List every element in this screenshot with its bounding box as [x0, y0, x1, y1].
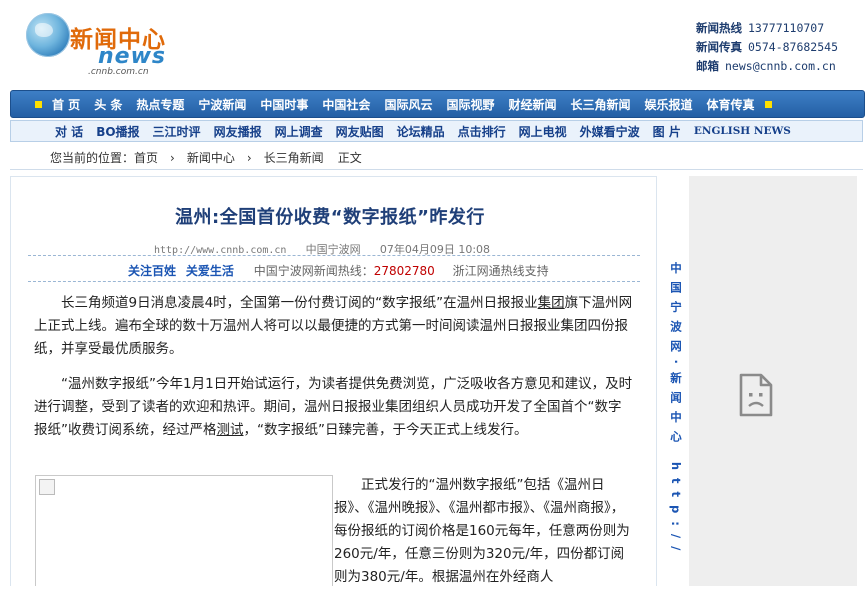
support-text: 浙江网通热线支持 [452, 264, 549, 278]
nav-item-finance[interactable]: 财经新闻 [508, 96, 556, 113]
logo-news-wordmark[interactable]: news [98, 44, 166, 69]
fax: 新闻传真 0574-87682545 [696, 39, 838, 55]
paragraph-text: ，“数字报纸”日臻完善，于今天正式上线发行。 [243, 422, 528, 438]
nav-item-china-society[interactable]: 中国社会 [322, 96, 370, 113]
sub-nav-online-survey[interactable]: 网上调查 [275, 123, 323, 140]
fax-label: 新闻传真 [696, 40, 742, 54]
nav-bullet-icon [35, 100, 42, 108]
article-paragraph-3: 正式发行的“温州数字报纸”包括《温州日报》、《温州晚报》、《温州都市报》、《温州… [334, 474, 634, 589]
sub-nav-pictures[interactable]: 图 片 [653, 123, 681, 140]
sidebar-vertical-title: 中国宁波网·新闻中心 http:// [669, 262, 683, 559]
hotline-text: 中国宁波网新闻热线： [253, 264, 374, 278]
nav-item-international[interactable]: 国际风云 [384, 96, 432, 113]
sub-nav-foreign-media[interactable]: 外媒看宁波 [580, 123, 640, 140]
breadcrumb-separator-icon: › [246, 150, 252, 165]
paragraph-text: 长三角频道9日消息凌晨4时，全国第一份付费订阅的“数字报纸”在温州日报报业 [61, 295, 538, 311]
article-title: 温州:全国首份收费“数字报纸”昨发行 [175, 207, 485, 228]
hotline-value: 13777110707 [748, 21, 825, 35]
email-value[interactable]: news@cnnb.com.cn [725, 59, 836, 73]
article-sub-links: 关注百姓 关爱生活 中国宁波网新闻热线：27802780 浙江网通热线支持 [128, 262, 549, 279]
hotline-label: 新闻热线 [696, 21, 742, 35]
sub-nav-netizen-broadcast[interactable]: 网友播报 [214, 123, 262, 140]
keyword-link-price[interactable]: 价格 [429, 523, 456, 539]
sub-nav-bo-broadcast[interactable]: BO播报 [96, 123, 139, 140]
breadcrumb-news-center[interactable]: 新闻中心 [187, 149, 235, 166]
breadcrumb-current: 正文 [337, 151, 362, 165]
nav-item-headlines[interactable]: 头 条 [94, 96, 122, 113]
breadcrumb-prefix: 您当前的位置： [50, 151, 135, 165]
nav-bullet-icon [764, 100, 772, 108]
sub-nav-dialogue[interactable]: 对 话 [55, 123, 83, 140]
hotline: 新闻热线 13777110707 [696, 20, 824, 36]
nav-item-ningbo-news[interactable]: 宁波新闻 [198, 96, 246, 113]
breadcrumb: 您当前的位置： 首页 › 新闻中心 › 长三角新闻 正文 [10, 146, 863, 170]
sub-nav-netizen-photos[interactable]: 网友贴图 [336, 123, 384, 140]
sub-nav-online-tv[interactable]: 网上电视 [519, 123, 567, 140]
article-paragraph-2: “温州数字报纸”今年1月1日开始试运行，为读者提供免费浏览，广泛吸收各方意见和建… [34, 373, 634, 442]
nav-item-entertainment[interactable]: 娱乐报道 [645, 96, 693, 113]
sub-nav-click-ranking[interactable]: 点击排行 [458, 123, 506, 140]
logo-domain: .cnnb.com.cn [88, 67, 149, 77]
email: 邮箱 news@cnnb.com.cn [696, 58, 836, 74]
hotline-number: 27802780 [373, 264, 435, 278]
nav-item-sports[interactable]: 体育传真 [707, 96, 755, 113]
nav-item-china-affairs[interactable]: 中国时事 [260, 96, 308, 113]
nav-item-home[interactable]: 首 页 [52, 96, 80, 113]
email-label: 邮箱 [696, 59, 719, 73]
keyword-link-test[interactable]: 测试 [217, 422, 244, 438]
logo-globe-icon[interactable] [26, 13, 70, 57]
sub-nav: 对 话 BO播报 三江时评 网友播报 网上调查 网友贴图 论坛精品 点击排行 网… [10, 120, 863, 142]
broken-document-icon [739, 373, 773, 417]
main-nav: 首 页 头 条 热点专题 宁波新闻 中国时事 中国社会 国际风云 国际视野 财经… [10, 90, 865, 118]
sub-nav-english-news[interactable]: ENGLISH NEWS [694, 125, 791, 137]
breadcrumb-separator-icon: › [170, 150, 175, 165]
sub-nav-sanjiang-comment[interactable]: 三江时评 [153, 123, 201, 140]
article-image [35, 475, 333, 586]
sub-nav-forum-picks[interactable]: 论坛精品 [397, 123, 445, 140]
article-paragraph-1: 长三角频道9日消息凌晨4时，全国第一份付费订阅的“数字报纸”在温州日报报业集团旗… [34, 292, 634, 361]
nav-item-yangtze-delta[interactable]: 长三角新闻 [570, 96, 630, 113]
link-care-people[interactable]: 关注百姓 [128, 264, 176, 278]
breadcrumb-yangtze-delta[interactable]: 长三角新闻 [264, 149, 324, 166]
fax-value: 0574-87682545 [748, 40, 839, 54]
nav-item-world-view[interactable]: 国际视野 [446, 96, 494, 113]
breadcrumb-home[interactable]: 首页 [134, 149, 158, 166]
link-care-life[interactable]: 关爱生活 [186, 264, 234, 278]
keyword-link-group[interactable]: 集团 [538, 295, 565, 311]
meta-divider-top [28, 255, 640, 256]
meta-divider-bottom [28, 281, 640, 282]
nav-item-hot-topics[interactable]: 热点专题 [136, 96, 184, 113]
sidebar-ad-frame [689, 176, 857, 586]
broken-image-icon [39, 479, 55, 495]
